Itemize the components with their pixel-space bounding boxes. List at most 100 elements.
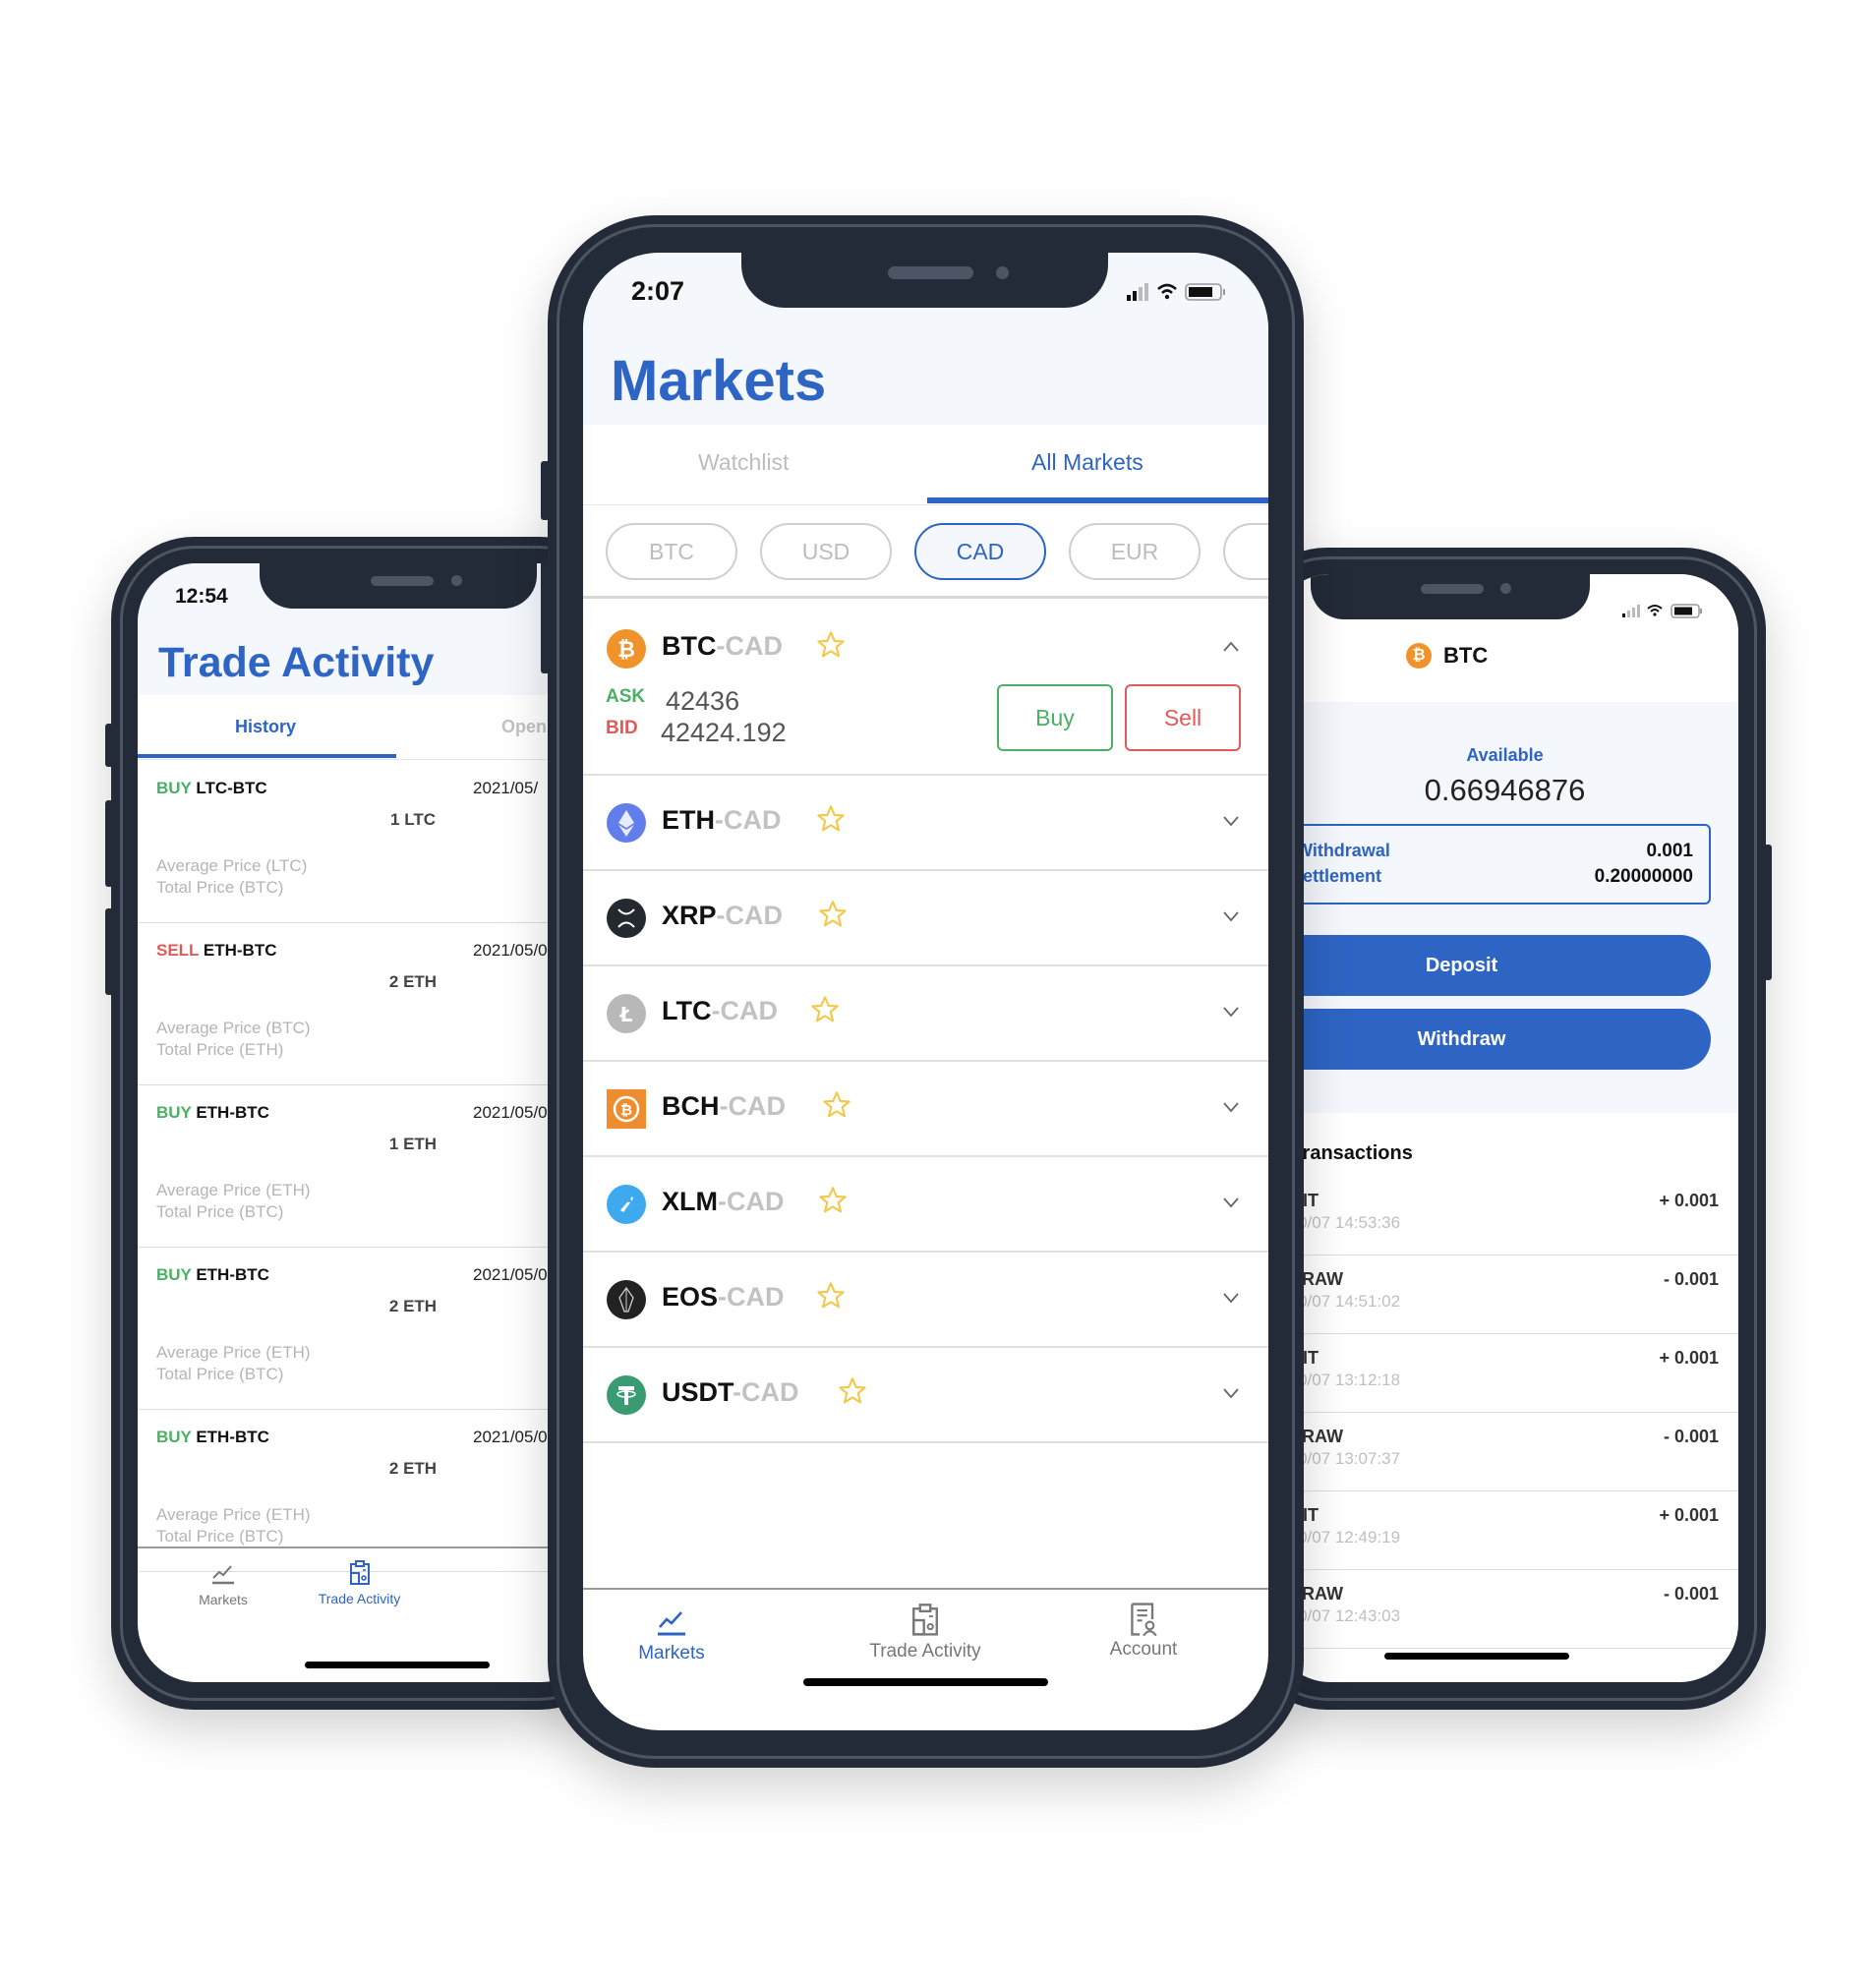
withdraw-button[interactable]: Withdraw [1271,1009,1711,1070]
quote-currency: -CAD [711,996,778,1025]
chevron-down-icon[interactable] [1221,811,1241,831]
star-icon[interactable] [815,803,847,835]
currency-filters: BTC USD CAD EUR [583,505,1268,599]
tab-all-markets[interactable]: All Markets [1031,449,1143,476]
trade-title: BUY LTC-BTC [156,779,267,798]
market-row-bch[interactable]: ₿ BCH-CAD [583,1062,1268,1157]
nav-account[interactable]: Account [1085,1602,1202,1661]
star-icon[interactable] [815,629,847,661]
tab-open[interactable]: Open [501,717,547,737]
chevron-down-icon[interactable] [1221,906,1241,926]
market-row-ltc[interactable]: Ł LTC-CAD [583,966,1268,1062]
chevron-down-icon[interactable] [1221,1288,1241,1308]
wallet-phone: ₿ BTC 3 Available 0.66946876 ding Withdr… [1244,548,1772,1710]
market-row-xrp[interactable]: XRP-CAD [583,871,1268,966]
trade-date: 2021/05/ [473,779,539,797]
market-row-xlm[interactable]: XLM-CAD [583,1157,1268,1253]
market-pair: EOS-CAD [662,1282,785,1313]
market-row-eos[interactable]: EOS-CAD [583,1253,1268,1348]
transaction-amount: - 0.001 [1663,1427,1719,1446]
transaction-row[interactable]: POSIT20/10/07 14:53:36+ 0.001 [1271,1177,1738,1255]
filter-eur[interactable]: EUR [1069,523,1201,580]
speaker [888,266,973,279]
nav-markets[interactable]: Markets [169,1562,277,1607]
tab-watchlist[interactable]: Watchlist [698,449,789,476]
transaction-row[interactable]: THDRAW 20/10/07 14:51:02- 0.001 [1271,1255,1738,1334]
base-currency: BCH [662,1091,720,1121]
star-icon[interactable] [815,1280,847,1312]
base-currency: BTC [662,631,717,661]
market-pair: BTC-CAD [662,631,783,662]
nav-markets[interactable]: Markets [613,1607,731,1664]
market-pair: LTC-CAD [662,996,778,1026]
trade-row[interactable]: BUY ETH-BTC 2021/05/0 1 ETH Average Price (… [138,1085,600,1248]
total-price-label: Total Price (ETH) [156,1040,284,1059]
transaction-amount: + 0.001 [1659,1191,1719,1210]
transaction-row[interactable]: POSIT20/10/07 13:12:18+ 0.001 [1271,1334,1738,1413]
average-price-label: Average Price (ETH) [156,1343,311,1362]
chevron-down-icon[interactable] [1221,1193,1241,1212]
quote-currency: -CAD [716,631,784,661]
star-icon[interactable] [817,1185,849,1216]
ask-label: ASK [606,686,646,707]
bid-value: 42424.192 [661,718,787,747]
chevron-up-icon[interactable] [1221,637,1241,657]
filter-usd[interactable]: USD [760,523,892,580]
trade-pair: ETH-BTC [196,1103,269,1122]
trade-pair: ETH-BTC [196,1265,269,1284]
trade-amount: 2 ETH [388,1459,438,1478]
trade-date: 2021/05/0 [473,941,548,960]
bid-label: BID [606,718,638,738]
pending-withdrawal-value: 0.001 [1646,841,1693,861]
svg-text:Ł: Ł [619,1003,633,1026]
trade-tabs: History Open [138,695,600,760]
star-icon[interactable] [817,899,849,930]
transaction-row[interactable]: THDRAW 20/10/07 13:07:37- 0.001 [1271,1413,1738,1491]
transaction-amount: - 0.001 [1663,1584,1719,1604]
bottom-nav: Markets Trade Activity Account [583,1588,1268,1730]
transaction-row[interactable]: THDRAW 20/10/07 12:43:03- 0.001 [1271,1570,1738,1649]
star-icon[interactable] [837,1375,868,1407]
buy-button[interactable]: Buy [997,684,1113,751]
camera [1500,583,1511,594]
market-pair: XRP-CAD [662,901,783,931]
chevron-down-icon[interactable] [1221,1383,1241,1403]
nav-trade-activity[interactable]: Trade Activity [288,1560,431,1606]
transaction-row[interactable]: POSIT20/10/07 12:49:19+ 0.001 [1271,1491,1738,1570]
market-row-btc[interactable]: ₿ BTC-CAD ASK 42436 BID 42424.192 Buy Sell [583,602,1268,776]
sell-button[interactable]: Sell [1125,684,1241,751]
status-time: 2:07 [631,276,685,306]
side-button [105,724,113,767]
trade-amount: 2 ETH [388,1297,438,1315]
trade-side: BUY [156,1265,192,1284]
market-row-usdt[interactable]: USDT-CAD [583,1348,1268,1443]
trade-row[interactable]: BUY LTC-BTC 2021/05/1 LTC Average Price (L… [138,761,600,923]
available-value: 0.66946876 [1424,773,1586,807]
quote-currency: -CAD [718,1187,785,1216]
nav-label: Markets [638,1643,705,1663]
filter-btc[interactable]: BTC [606,523,737,580]
filter-more[interactable] [1223,523,1268,580]
chevron-down-icon[interactable] [1221,1097,1241,1117]
trade-amount: 1 ETH [388,1135,438,1153]
xrp-icon [607,899,646,938]
tab-history[interactable]: History [235,717,296,737]
trade-row[interactable]: BUY ETH-BTC 2021/05/0 2 ETH Average Price (… [138,1248,600,1410]
nav-trade-activity[interactable]: Trade Activity [837,1604,1014,1663]
filter-cad[interactable]: CAD [914,523,1046,580]
trade-title: BUY ETH-BTC [156,1428,269,1447]
chart-line-icon [212,1565,234,1585]
star-icon[interactable] [809,994,841,1025]
deposit-button[interactable]: Deposit [1271,935,1711,996]
trade-row[interactable]: SELL ETH-BTC 2021/05/0 2 ETH Average Price … [138,923,600,1085]
bitcoin-cash-icon: ₿ [607,1089,646,1129]
trade-side: BUY [156,1428,192,1446]
average-price-label: Average Price (ETH) [156,1505,311,1524]
camera [451,575,462,586]
trade-pair: LTC-BTC [196,779,267,797]
market-pair: ETH-CAD [662,805,782,836]
market-row-eth[interactable]: ETH-CAD [583,776,1268,871]
balance-panel: Available 0.66946876 ding Withdrawal 0.0… [1271,702,1738,1113]
chevron-down-icon[interactable] [1221,1002,1241,1021]
star-icon[interactable] [821,1089,852,1121]
